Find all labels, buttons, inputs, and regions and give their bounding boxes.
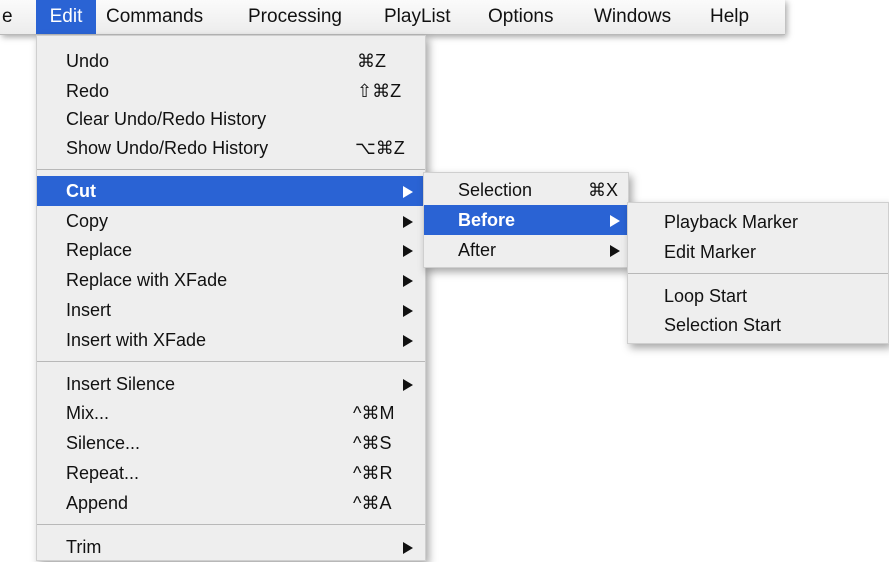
menu-separator <box>628 273 888 274</box>
menu-item-before[interactable]: Before <box>424 205 628 235</box>
menu-item-playback-marker[interactable]: Playback Marker <box>628 207 888 237</box>
menu-item-label: Redo <box>66 81 110 101</box>
submenu-arrow-icon <box>403 275 413 287</box>
menu-item-label: Show Undo/Redo History <box>66 138 269 158</box>
submenu-arrow-icon <box>403 305 413 317</box>
menubar-item-playlist[interactable]: PlayList <box>384 0 451 34</box>
submenu-arrow-icon <box>403 335 413 347</box>
shortcut-label: ⌥⌘Z <box>355 138 405 158</box>
menu-item-label: Trim <box>66 537 102 557</box>
menu-item-insert-with-xfade[interactable]: Insert with XFade <box>37 325 425 355</box>
menu-item-replace[interactable]: Replace <box>37 235 425 265</box>
shortcut-label: ^⌘A <box>353 493 392 513</box>
menu-item-cut[interactable]: Cut <box>37 176 425 206</box>
menubar-item-help[interactable]: Help <box>710 0 749 34</box>
shortcut-label: ⌘Z <box>357 51 386 71</box>
menu-item-replace-with-xfade[interactable]: Replace with XFade <box>37 265 425 295</box>
menu-item-label: Playback Marker <box>664 212 799 232</box>
menu-item-insert-silence[interactable]: Insert Silence <box>37 369 425 399</box>
menu-item-copy[interactable]: Copy <box>37 206 425 236</box>
cut-submenu: Selection ⌘X Before After <box>423 172 629 268</box>
menu-item-label: Edit Marker <box>664 242 757 262</box>
submenu-arrow-icon <box>403 379 413 391</box>
shortcut-label: ⇧⌘Z <box>357 81 402 101</box>
menu-item-label: Cut <box>66 181 96 201</box>
menu-item-show-undo-redo-history[interactable]: Show Undo/Redo History ⌥⌘Z <box>37 133 425 163</box>
submenu-arrow-icon <box>403 186 413 198</box>
menu-separator <box>37 361 425 362</box>
menu-item-label: Replace <box>66 240 133 260</box>
shortcut-label: ^⌘R <box>353 463 393 483</box>
submenu-arrow-icon <box>403 216 413 228</box>
menu-item-loop-start[interactable]: Loop Start <box>628 281 888 311</box>
menu-item-label: Selection <box>458 180 533 200</box>
menubar-item-windows[interactable]: Windows <box>594 0 671 34</box>
menubar-item-edit[interactable]: Edit <box>36 0 96 34</box>
menu-item-label: Repeat... <box>66 463 140 483</box>
shortcut-label: ^⌘S <box>353 433 392 453</box>
shortcut-label: ⌘X <box>588 180 619 200</box>
before-submenu: Playback Marker Edit Marker Loop Start S… <box>627 202 889 344</box>
menu-item-edit-marker[interactable]: Edit Marker <box>628 237 888 267</box>
submenu-arrow-icon <box>610 215 620 227</box>
menubar-item-processing[interactable]: Processing <box>248 0 342 34</box>
menu-item-silence[interactable]: Silence... ^⌘S <box>37 428 425 458</box>
menu-item-label: Insert with XFade <box>66 330 207 350</box>
menu-item-label: After <box>458 240 497 260</box>
menu-item-label: Before <box>458 210 516 230</box>
menu-item-label: Append <box>66 493 129 513</box>
menu-item-mix[interactable]: Mix... ^⌘M <box>37 398 425 428</box>
menu-item-label: Copy <box>66 211 109 231</box>
menu-item-label: Clear Undo/Redo History <box>66 109 267 129</box>
submenu-arrow-icon <box>610 245 620 257</box>
menu-item-undo[interactable]: Undo ⌘Z <box>37 46 425 76</box>
menu-item-after[interactable]: After <box>424 235 628 265</box>
menu-bar: e Edit Commands Processing PlayList Opti… <box>0 0 785 35</box>
menu-item-label: Insert Silence <box>66 374 176 394</box>
menu-item-label: Selection Start <box>664 315 782 335</box>
submenu-arrow-icon <box>403 245 413 257</box>
shortcut-label: ^⌘M <box>353 403 395 423</box>
menu-separator <box>37 524 425 525</box>
menu-item-label: Loop Start <box>664 286 748 306</box>
menubar-item-options[interactable]: Options <box>488 0 553 34</box>
menu-item-clear-undo-redo-history[interactable]: Clear Undo/Redo History <box>37 104 425 134</box>
menu-item-append[interactable]: Append ^⌘A <box>37 488 425 518</box>
menu-item-selection[interactable]: Selection ⌘X <box>424 175 628 205</box>
menu-item-label: Mix... <box>66 403 109 423</box>
menu-item-redo[interactable]: Redo ⇧⌘Z <box>37 76 425 106</box>
menu-item-label: Undo <box>66 51 110 71</box>
menubar-item-commands[interactable]: Commands <box>106 0 203 34</box>
menu-item-label: Replace with XFade <box>66 270 228 290</box>
menu-item-trim[interactable]: Trim <box>37 532 425 562</box>
menu-separator <box>37 169 425 170</box>
menu-item-selection-start[interactable]: Selection Start <box>628 310 888 340</box>
submenu-arrow-icon <box>403 542 413 554</box>
menubar-item-partial[interactable]: e <box>2 0 13 34</box>
menu-item-insert[interactable]: Insert <box>37 295 425 325</box>
menu-item-repeat[interactable]: Repeat... ^⌘R <box>37 458 425 488</box>
menu-item-label: Insert <box>66 300 112 320</box>
edit-menu: Undo ⌘Z Redo ⇧⌘Z Clear Undo/Redo History… <box>36 35 426 561</box>
menu-item-label: Silence... <box>66 433 141 453</box>
